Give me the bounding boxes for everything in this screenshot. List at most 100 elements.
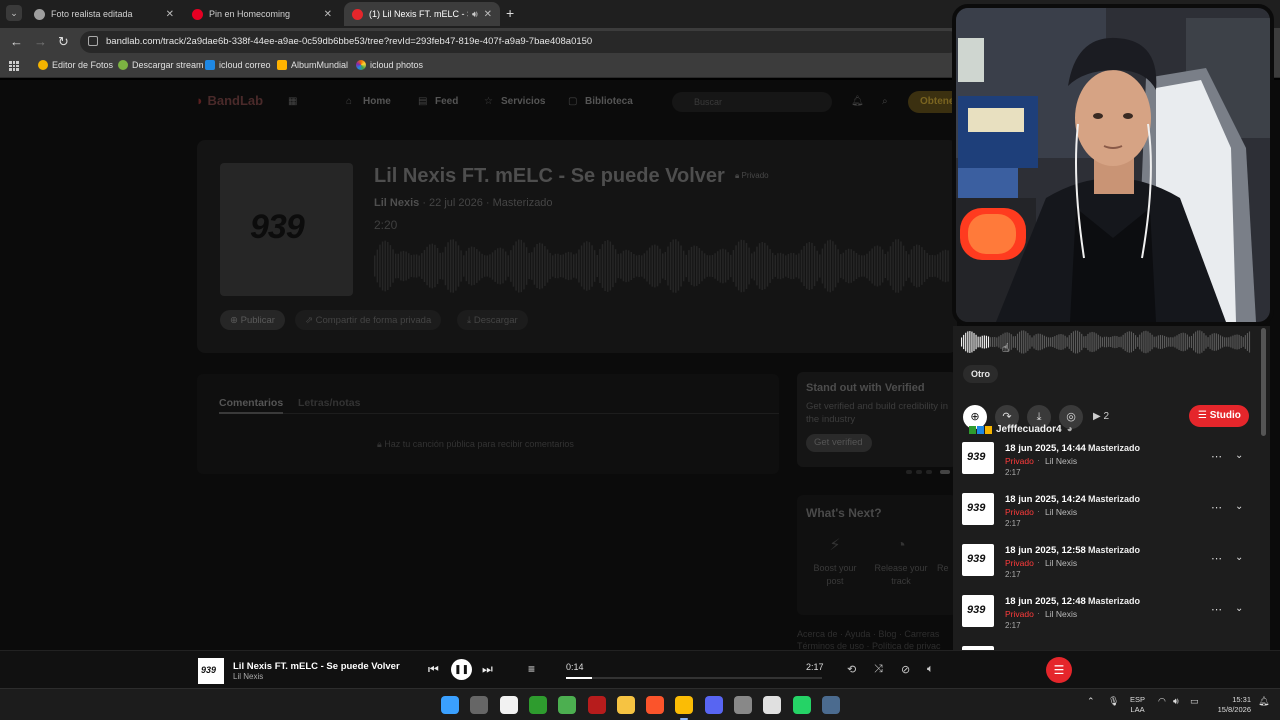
browser-tab-2[interactable]: Pin en Homecoming ✕: [184, 2, 340, 26]
version-item[interactable]: 939 18 jun 2025, 12:48 Masterizado Priva…: [953, 595, 1270, 645]
waveform-bar: [677, 241, 680, 291]
nav-biblioteca[interactable]: Biblioteca: [585, 96, 633, 107]
bookmark-icloud-correo[interactable]: icloud correo: [205, 60, 271, 70]
repeat-icon[interactable]: ⟲: [847, 663, 856, 676]
next-track-icon[interactable]: ⏭︎: [482, 662, 493, 677]
user-row[interactable]: Jefffecuador4 ◕: [969, 424, 1073, 435]
apps-grid-icon[interactable]: [9, 61, 19, 71]
forward-arrow-icon[interactable]: →: [34, 34, 47, 49]
windows-start-icon[interactable]: [441, 696, 459, 714]
bell-icon[interactable]: 🔔︎: [851, 96, 864, 107]
microphone-icon[interactable]: 🎙︎: [1108, 696, 1119, 707]
shuffle-icon[interactable]: ⤨: [874, 663, 883, 676]
more-icon[interactable]: ⋯: [1211, 501, 1223, 514]
genre-tag[interactable]: Otro: [963, 365, 998, 383]
wifi-icon[interactable]: ◠: [1158, 696, 1166, 707]
chevron-down-icon[interactable]: ⌄: [1235, 501, 1243, 512]
file-explorer-icon[interactable]: [616, 696, 635, 714]
bookmark-editor-de-fotos[interactable]: Editor de Fotos: [38, 60, 113, 70]
site-info-icon[interactable]: [88, 36, 98, 46]
progress-bar[interactable]: [566, 677, 822, 679]
chevron-down-icon[interactable]: ⌄: [1235, 450, 1243, 461]
battery-icon[interactable]: ▭: [1190, 696, 1199, 707]
steam-like-icon[interactable]: [734, 696, 752, 714]
close-icon[interactable]: ✕: [324, 9, 332, 20]
publish-button[interactable]: ⊕ Publicar: [220, 310, 285, 330]
more-icon[interactable]: ⋯: [1211, 450, 1223, 463]
carousel-dots[interactable]: [906, 470, 950, 474]
previous-track-icon[interactable]: ⏮︎: [428, 662, 439, 677]
waveform-bar: [842, 252, 845, 280]
address-bar[interactable]: bandlab.com/track/2a9dae6b-338f-44ee-a9a…: [80, 31, 960, 53]
tray-chevron-up-icon[interactable]: ⌃: [1087, 696, 1095, 707]
speaker-icon[interactable]: 🔊︎: [472, 9, 478, 20]
waveform-bar: [709, 255, 711, 277]
tab-comments[interactable]: Comentarios: [219, 397, 283, 409]
xbox-icon[interactable]: [528, 696, 547, 714]
get-verified-button[interactable]: Get verified: [806, 434, 872, 452]
more-icon[interactable]: ⋯: [1211, 603, 1223, 616]
language-indicator[interactable]: ESP LAA: [1130, 695, 1145, 715]
bookmark-icloud-photos[interactable]: icloud photos: [356, 60, 423, 70]
more-icon[interactable]: ⋯: [1211, 552, 1223, 565]
tab-search-chevron-icon[interactable]: ⌄: [6, 5, 22, 21]
boost-post-item[interactable]: ⚡︎ Boost your post: [805, 538, 865, 588]
store-icon[interactable]: [499, 696, 518, 714]
studio-button[interactable]: ☰ Studio: [1189, 405, 1249, 427]
release-track-item[interactable]: ◔ Release your track: [871, 538, 931, 588]
chrome-icon[interactable]: [675, 696, 694, 714]
chevron-down-icon[interactable]: ⌄: [1235, 603, 1243, 614]
player-artist[interactable]: Lil Nexis: [233, 672, 263, 681]
clock[interactable]: 15:31 15/8/2026: [1213, 695, 1251, 715]
speaker-icon[interactable]: 🔊︎: [1173, 696, 1179, 707]
new-tab-plus-icon[interactable]: +: [506, 5, 514, 21]
volume-icon[interactable]: 🔈︎: [927, 663, 934, 676]
discord-icon[interactable]: [704, 696, 723, 714]
notification-bell-icon[interactable]: 🔔︎: [1258, 696, 1269, 707]
no-loop-icon[interactable]: ⊘: [901, 663, 910, 676]
widgets-icon[interactable]: [470, 696, 489, 714]
whatsapp-icon[interactable]: [792, 696, 811, 714]
share-private-button[interactable]: ⇗ Compartir de forma privada: [295, 310, 442, 330]
footer-line-1[interactable]: Acerca de · Ayuda · Blog · Carreras: [797, 628, 941, 640]
site-search-input[interactable]: Buscar: [672, 92, 832, 112]
close-icon[interactable]: ✕: [166, 9, 174, 20]
version-item[interactable]: 939 18 jun 2025, 12:58 Masterizado Priva…: [953, 544, 1270, 594]
menu-fab-button[interactable]: ☰: [1046, 657, 1072, 683]
footer-line-2[interactable]: Términos de uso · Política de privac: [797, 640, 941, 650]
steam-icon[interactable]: [821, 696, 840, 714]
panel-scrollbar[interactable]: [1261, 328, 1266, 436]
reload-icon[interactable]: ↻: [58, 34, 69, 50]
bookmark-descargar-stream[interactable]: Descargar stream: [118, 60, 204, 70]
track-waveform[interactable]: [374, 236, 950, 296]
pause-button[interactable]: ❚❚: [451, 659, 472, 680]
waveform-bar: [1108, 337, 1110, 347]
grid-icon[interactable]: ▦: [288, 96, 297, 107]
track-artwork[interactable]: 939: [220, 163, 353, 296]
player-artwork[interactable]: 939: [198, 658, 224, 684]
browser-tab-3-active[interactable]: (1) Lil Nexis FT. mELC - Se pue 🔊︎ ✕: [344, 2, 500, 26]
bookmark-albummundial[interactable]: AlbumMundial: [277, 60, 348, 70]
nav-home[interactable]: Home: [363, 96, 391, 107]
browser-tab-1[interactable]: Foto realista editada ✕: [26, 2, 182, 26]
brave-icon[interactable]: [646, 696, 665, 714]
waveform-bar: [1106, 336, 1108, 348]
nav-feed[interactable]: Feed: [435, 96, 458, 107]
player-title[interactable]: Lil Nexis FT. mELC - Se puede Volver: [233, 661, 400, 672]
nav-servicios[interactable]: Servicios: [501, 96, 545, 107]
chevron-down-icon[interactable]: ⌄: [1235, 552, 1243, 563]
verified-promo-card: Stand out with Verified Get verified and…: [797, 372, 957, 467]
capcut-icon[interactable]: [763, 696, 782, 714]
tab-lyrics[interactable]: Letras/notas: [298, 397, 360, 409]
back-arrow-icon[interactable]: ←: [10, 34, 23, 49]
game-app-icon[interactable]: [587, 696, 606, 714]
queue-icon[interactable]: ≡: [528, 662, 535, 676]
bandlab-logo[interactable]: ◗ BandLab: [196, 93, 263, 108]
search-icon[interactable]: ⌕: [882, 96, 888, 107]
version-item[interactable]: 939 18 jun 2025, 14:44 Masterizado Priva…: [953, 442, 1270, 492]
track-artist[interactable]: Lil Nexis: [374, 197, 419, 209]
close-icon[interactable]: ✕: [484, 9, 492, 20]
minecraft-icon[interactable]: [558, 696, 577, 714]
version-item[interactable]: 939 18 jun 2025, 14:24 Masterizado Priva…: [953, 493, 1270, 543]
download-button[interactable]: ⤓ Descargar: [457, 310, 528, 330]
